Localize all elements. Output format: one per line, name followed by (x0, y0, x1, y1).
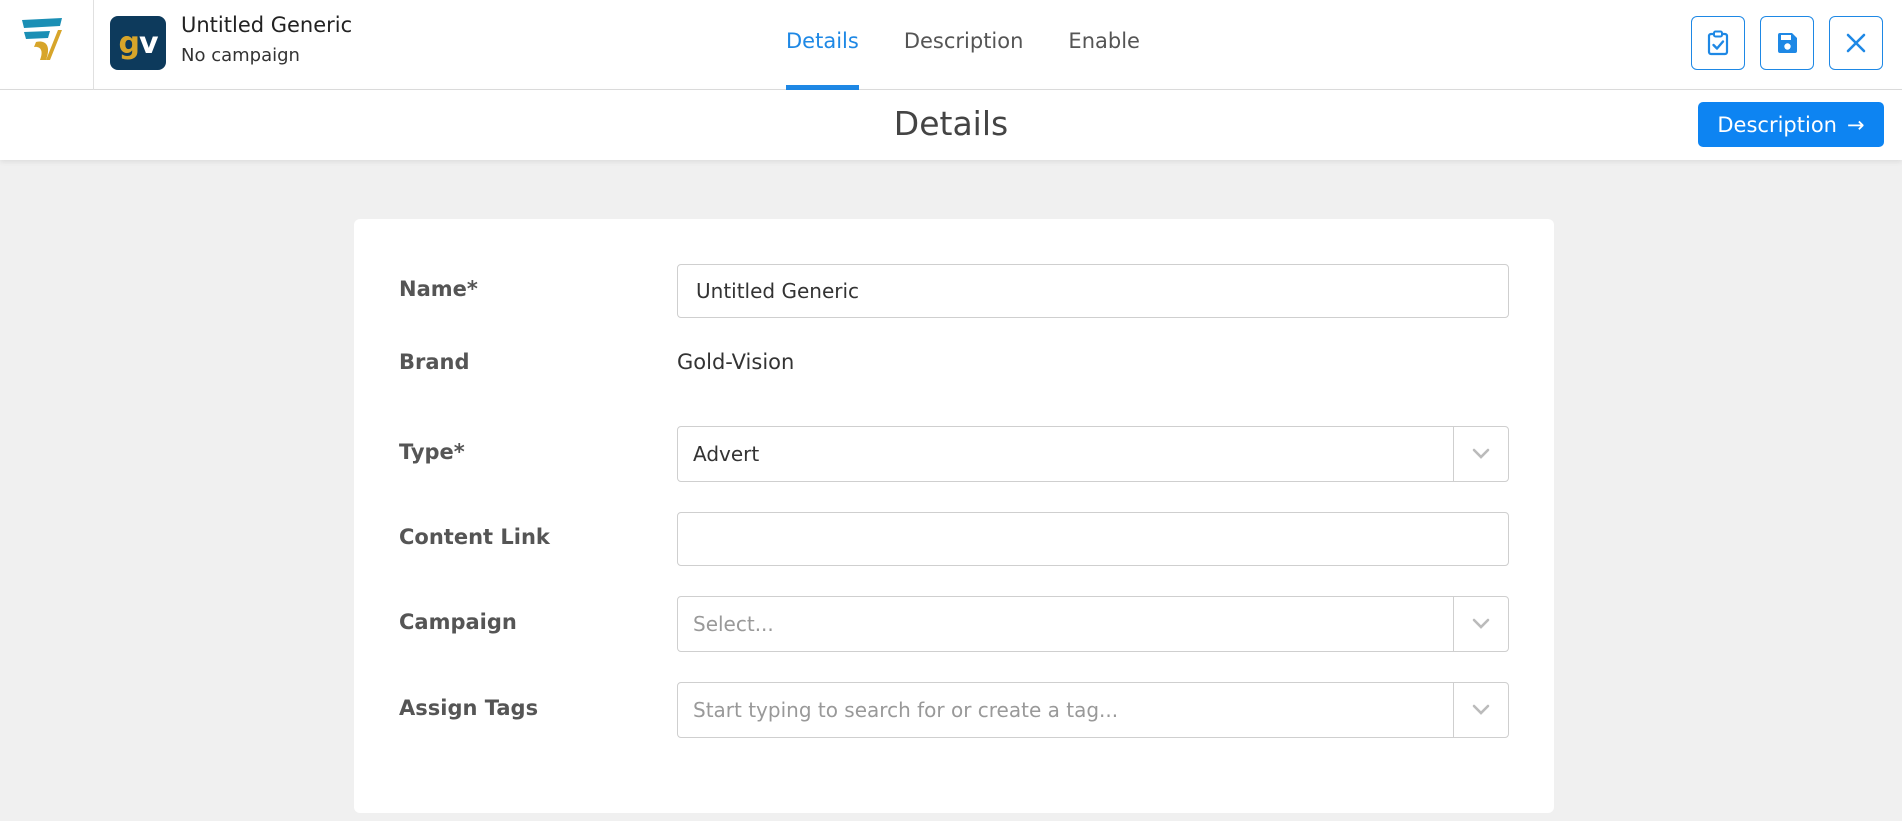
assign-tags-label: Assign Tags (399, 696, 539, 720)
save-icon (1778, 33, 1797, 53)
avatar-letter-v: v (138, 25, 159, 61)
section-bar: Details Description → (0, 90, 1902, 160)
avatar-letter-g: g (118, 25, 140, 61)
top-bar: gv Untitled Generic No campaign Details … (0, 0, 1902, 90)
tags-select-dropdown[interactable] (1453, 683, 1508, 737)
page-title: Details (893, 104, 1009, 143)
app-logo-icon[interactable] (18, 14, 70, 66)
type-select[interactable]: Advert (677, 426, 1509, 482)
brand-label: Brand (399, 350, 470, 374)
type-select-dropdown[interactable] (1453, 427, 1508, 481)
validate-button[interactable] (1691, 16, 1745, 70)
logo-divider (93, 0, 94, 90)
type-label: Type* (399, 440, 465, 464)
content-link-input[interactable] (677, 512, 1509, 566)
chevron-down-icon (1472, 704, 1490, 715)
tab-details[interactable]: Details (786, 0, 859, 90)
close-button[interactable] (1829, 16, 1883, 70)
name-input[interactable]: Untitled Generic (677, 264, 1509, 318)
name-label: Name* (399, 277, 478, 301)
campaign-select-dropdown[interactable] (1453, 597, 1508, 651)
type-select-value: Advert (693, 442, 760, 466)
brand-value: Gold-Vision (677, 350, 795, 374)
campaign-select[interactable]: Select... (677, 596, 1509, 652)
chevron-down-icon (1472, 618, 1490, 629)
record-subtitle: No campaign (181, 45, 300, 66)
tab-enable[interactable]: Enable (1068, 0, 1140, 90)
name-input-value: Untitled Generic (696, 279, 860, 303)
tags-select[interactable]: Start typing to search for or create a t… (677, 682, 1509, 738)
arrow-right-icon: → (1847, 112, 1865, 137)
details-form: Name* Untitled Generic Brand Gold-Vision… (354, 219, 1554, 813)
next-section-label: Description (1717, 112, 1837, 137)
tab-description[interactable]: Description (904, 0, 1024, 90)
next-section-button[interactable]: Description → (1698, 102, 1884, 147)
tags-select-placeholder: Start typing to search for or create a t… (693, 698, 1119, 722)
campaign-label: Campaign (399, 610, 517, 634)
save-button[interactable] (1760, 16, 1814, 70)
record-avatar: gv (110, 16, 166, 70)
content-link-label: Content Link (399, 525, 550, 549)
tab-bar: Details Description Enable (786, 0, 1185, 90)
clipboard-check-icon (1707, 30, 1729, 56)
campaign-select-placeholder: Select... (693, 612, 774, 636)
record-title: Untitled Generic (181, 13, 353, 37)
chevron-down-icon (1472, 448, 1490, 459)
close-icon (1846, 33, 1866, 53)
